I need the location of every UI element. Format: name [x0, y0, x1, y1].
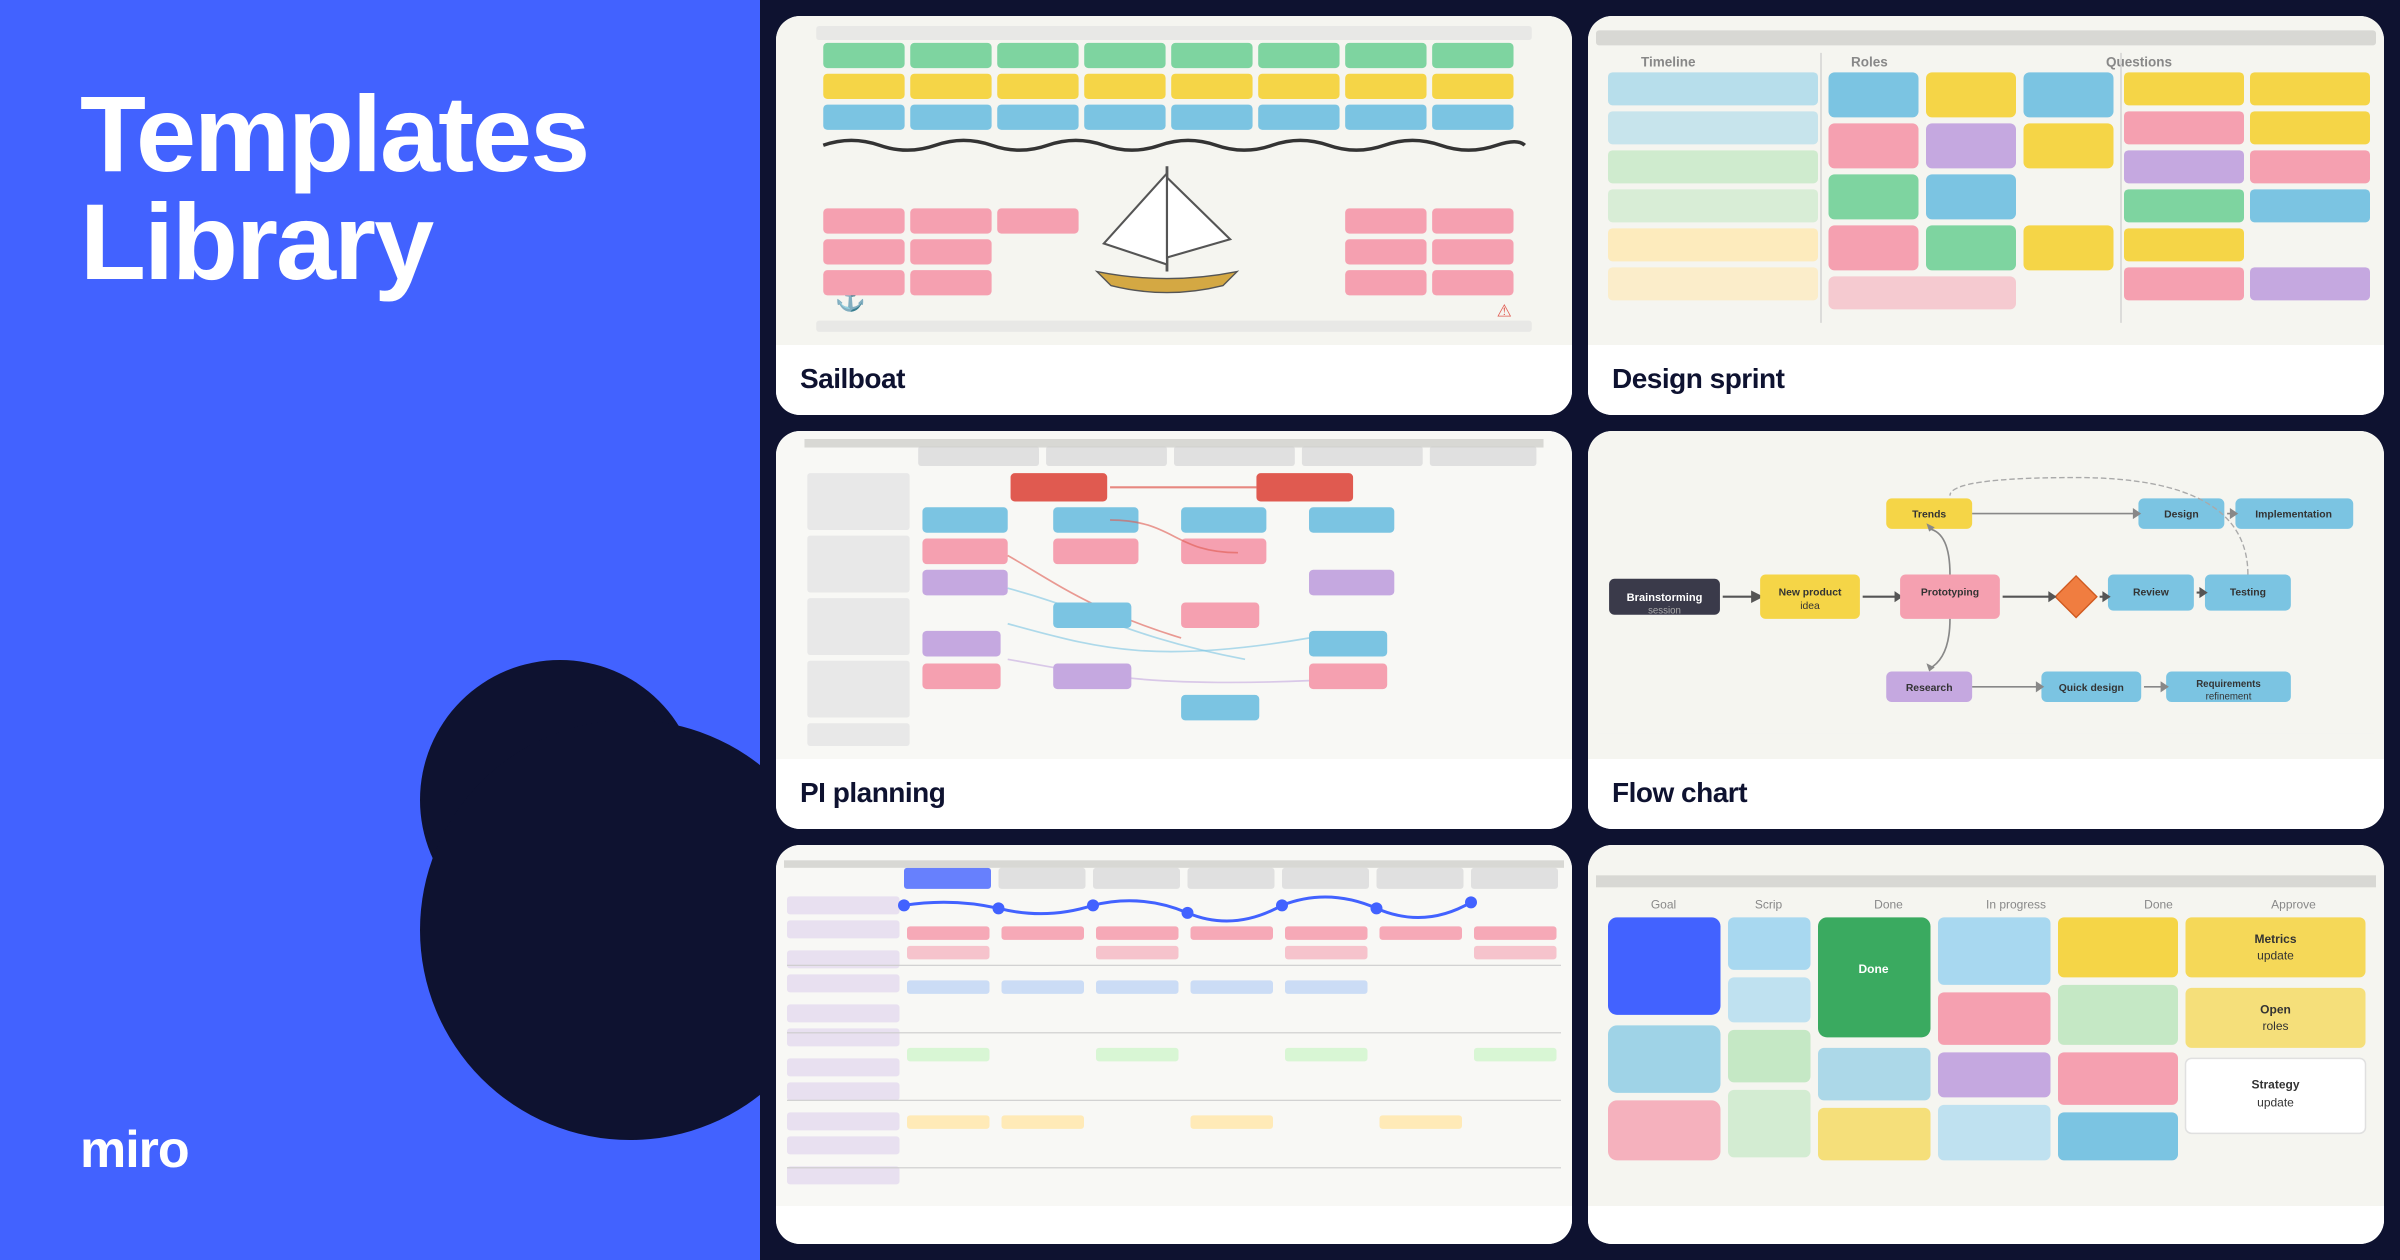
svg-text:Research: Research — [1906, 683, 1953, 694]
svg-text:New product: New product — [1779, 587, 1842, 598]
svg-text:Brainstorming: Brainstorming — [1627, 592, 1703, 604]
sailboat-card-footer: Sailboat — [776, 345, 1572, 415]
bottom-left-preview — [776, 845, 1572, 1206]
design-sprint-card[interactable]: Timeline Roles Questions — [1588, 16, 2384, 415]
bottom-right-preview: Goal Scrip Done In progress Done Approve… — [1588, 845, 2384, 1206]
design-sprint-card-footer: Design sprint — [1588, 345, 2384, 415]
svg-text:⚠: ⚠ — [1497, 301, 1512, 320]
svg-text:Done: Done — [2144, 898, 2173, 912]
pi-planning-title: PI planning — [800, 777, 945, 808]
hero-title: Templates Library — [80, 80, 690, 296]
svg-text:Design: Design — [2164, 509, 2199, 520]
sailboat-title: Sailboat — [800, 363, 905, 394]
svg-text:update: update — [2257, 1096, 2294, 1110]
flow-chart-title: Flow chart — [1612, 777, 1747, 808]
svg-text:Roles: Roles — [1851, 54, 1888, 69]
svg-text:Questions: Questions — [2106, 54, 2172, 69]
svg-text:update: update — [2257, 949, 2294, 963]
pi-planning-card-footer: PI planning — [776, 759, 1572, 829]
miro-logo-text: miro — [80, 1120, 189, 1180]
svg-text:Quick design: Quick design — [2059, 683, 2124, 694]
svg-text:Strategy: Strategy — [2251, 1078, 2299, 1092]
svg-text:Review: Review — [2133, 587, 2170, 598]
svg-text:idea: idea — [1800, 601, 1820, 612]
svg-text:Timeline: Timeline — [1641, 54, 1696, 69]
flow-chart-card-footer: Flow chart — [1588, 759, 2384, 829]
flow-chart-preview: Brainstorming session New product idea P… — [1588, 431, 2384, 760]
left-panel: Templates Library miro — [0, 0, 760, 1260]
miro-logo: miro — [80, 1120, 690, 1180]
svg-text:Prototyping: Prototyping — [1921, 587, 1979, 598]
svg-text:Testing: Testing — [2230, 587, 2266, 598]
svg-text:roles: roles — [2262, 1019, 2288, 1033]
svg-text:Requirements: Requirements — [2196, 678, 2261, 689]
pi-planning-card[interactable]: PI planning — [776, 431, 1572, 830]
svg-text:refinement: refinement — [2206, 691, 2252, 702]
svg-text:Goal: Goal — [1651, 898, 1676, 912]
sailboat-preview: ⚓ — [776, 16, 1572, 345]
hero-title-line2: Library — [80, 181, 432, 302]
svg-text:Metrics: Metrics — [2254, 932, 2296, 946]
flow-chart-card[interactable]: Brainstorming session New product idea P… — [1588, 431, 2384, 830]
svg-text:session: session — [1648, 605, 1681, 616]
pi-planning-preview — [776, 431, 1572, 760]
bottom-left-card[interactable] — [776, 845, 1572, 1244]
svg-text:In progress: In progress — [1986, 898, 2046, 912]
svg-text:Open: Open — [2260, 1003, 2291, 1017]
bottom-right-card-footer — [1588, 1206, 2384, 1244]
right-panel: ⚓ — [760, 0, 2400, 1260]
svg-text:Done: Done — [1859, 962, 1889, 976]
svg-text:Done: Done — [1874, 898, 1903, 912]
sailboat-card[interactable]: ⚓ — [776, 16, 1572, 415]
svg-text:Implementation: Implementation — [2255, 509, 2332, 520]
design-sprint-preview: Timeline Roles Questions — [1588, 16, 2384, 345]
design-sprint-title: Design sprint — [1612, 363, 1784, 394]
svg-text:Scrip: Scrip — [1755, 898, 1783, 912]
hero-title-line1: Templates — [80, 73, 588, 194]
bottom-left-card-footer — [776, 1206, 1572, 1244]
svg-text:Approve: Approve — [2271, 898, 2316, 912]
bottom-right-card[interactable]: Goal Scrip Done In progress Done Approve… — [1588, 845, 2384, 1244]
svg-text:Trends: Trends — [1912, 509, 1946, 520]
